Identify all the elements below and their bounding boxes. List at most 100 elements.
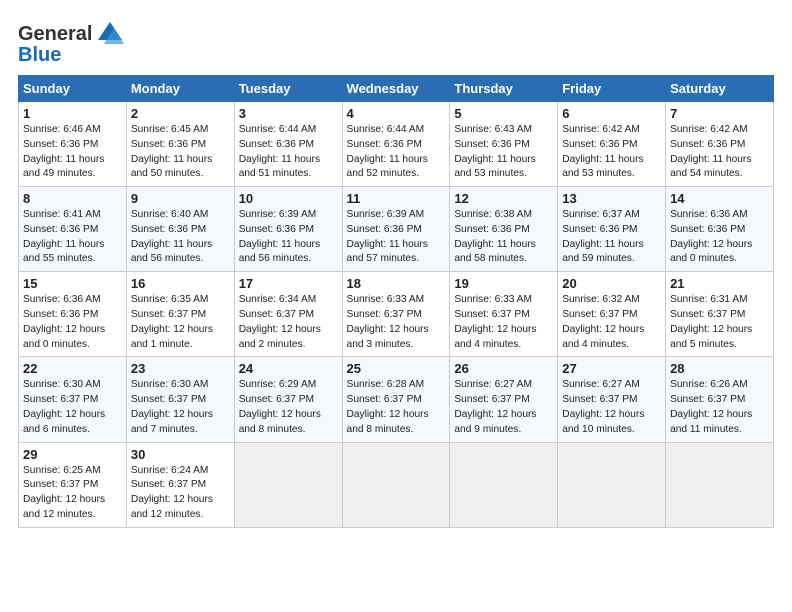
calendar-cell xyxy=(342,442,450,527)
day-number: 15 xyxy=(23,276,122,291)
calendar-cell: 4 Sunrise: 6:44 AMSunset: 6:36 PMDayligh… xyxy=(342,102,450,187)
day-number: 11 xyxy=(347,191,446,206)
calendar-cell: 15 Sunrise: 6:36 AMSunset: 6:36 PMDaylig… xyxy=(19,272,127,357)
day-number: 9 xyxy=(131,191,230,206)
calendar-cell: 28 Sunrise: 6:26 AMSunset: 6:37 PMDaylig… xyxy=(666,357,774,442)
day-number: 6 xyxy=(562,106,661,121)
day-info: Sunrise: 6:28 AMSunset: 6:37 PMDaylight:… xyxy=(347,379,429,434)
calendar-cell xyxy=(558,442,666,527)
day-info: Sunrise: 6:40 AMSunset: 6:36 PMDaylight:… xyxy=(131,209,212,264)
day-number: 12 xyxy=(454,191,553,206)
day-info: Sunrise: 6:45 AMSunset: 6:36 PMDaylight:… xyxy=(131,124,212,179)
day-number: 21 xyxy=(670,276,769,291)
calendar-cell: 27 Sunrise: 6:27 AMSunset: 6:37 PMDaylig… xyxy=(558,357,666,442)
calendar-cell: 18 Sunrise: 6:33 AMSunset: 6:37 PMDaylig… xyxy=(342,272,450,357)
day-info: Sunrise: 6:37 AMSunset: 6:36 PMDaylight:… xyxy=(562,209,643,264)
day-number: 8 xyxy=(23,191,122,206)
calendar-cell: 9 Sunrise: 6:40 AMSunset: 6:36 PMDayligh… xyxy=(126,187,234,272)
day-number: 4 xyxy=(347,106,446,121)
day-number: 20 xyxy=(562,276,661,291)
day-info: Sunrise: 6:29 AMSunset: 6:37 PMDaylight:… xyxy=(239,379,321,434)
day-info: Sunrise: 6:46 AMSunset: 6:36 PMDaylight:… xyxy=(23,124,104,179)
weekday-header-tuesday: Tuesday xyxy=(234,76,342,102)
weekday-header-saturday: Saturday xyxy=(666,76,774,102)
calendar-cell: 8 Sunrise: 6:41 AMSunset: 6:36 PMDayligh… xyxy=(19,187,127,272)
day-number: 13 xyxy=(562,191,661,206)
calendar-week-3: 15 Sunrise: 6:36 AMSunset: 6:36 PMDaylig… xyxy=(19,272,774,357)
day-info: Sunrise: 6:32 AMSunset: 6:37 PMDaylight:… xyxy=(562,294,644,349)
calendar-cell: 6 Sunrise: 6:42 AMSunset: 6:36 PMDayligh… xyxy=(558,102,666,187)
day-number: 29 xyxy=(23,447,122,462)
weekday-header-friday: Friday xyxy=(558,76,666,102)
calendar-cell xyxy=(450,442,558,527)
day-number: 3 xyxy=(239,106,338,121)
logo: General Blue xyxy=(18,18,126,67)
calendar-cell: 22 Sunrise: 6:30 AMSunset: 6:37 PMDaylig… xyxy=(19,357,127,442)
calendar-cell: 10 Sunrise: 6:39 AMSunset: 6:36 PMDaylig… xyxy=(234,187,342,272)
calendar-cell: 25 Sunrise: 6:28 AMSunset: 6:37 PMDaylig… xyxy=(342,357,450,442)
day-info: Sunrise: 6:26 AMSunset: 6:37 PMDaylight:… xyxy=(670,379,752,434)
day-info: Sunrise: 6:33 AMSunset: 6:37 PMDaylight:… xyxy=(454,294,536,349)
day-info: Sunrise: 6:35 AMSunset: 6:37 PMDaylight:… xyxy=(131,294,213,349)
calendar-cell: 20 Sunrise: 6:32 AMSunset: 6:37 PMDaylig… xyxy=(558,272,666,357)
calendar-cell: 19 Sunrise: 6:33 AMSunset: 6:37 PMDaylig… xyxy=(450,272,558,357)
day-info: Sunrise: 6:24 AMSunset: 6:37 PMDaylight:… xyxy=(131,465,213,520)
day-info: Sunrise: 6:36 AMSunset: 6:36 PMDaylight:… xyxy=(670,209,752,264)
day-number: 17 xyxy=(239,276,338,291)
day-number: 24 xyxy=(239,361,338,376)
calendar-week-5: 29 Sunrise: 6:25 AMSunset: 6:37 PMDaylig… xyxy=(19,442,774,527)
day-info: Sunrise: 6:30 AMSunset: 6:37 PMDaylight:… xyxy=(23,379,105,434)
day-info: Sunrise: 6:38 AMSunset: 6:36 PMDaylight:… xyxy=(454,209,535,264)
weekday-header-wednesday: Wednesday xyxy=(342,76,450,102)
day-info: Sunrise: 6:31 AMSunset: 6:37 PMDaylight:… xyxy=(670,294,752,349)
day-number: 23 xyxy=(131,361,230,376)
calendar-cell: 2 Sunrise: 6:45 AMSunset: 6:36 PMDayligh… xyxy=(126,102,234,187)
day-number: 22 xyxy=(23,361,122,376)
day-info: Sunrise: 6:41 AMSunset: 6:36 PMDaylight:… xyxy=(23,209,104,264)
calendar-week-1: 1 Sunrise: 6:46 AMSunset: 6:36 PMDayligh… xyxy=(19,102,774,187)
day-number: 5 xyxy=(454,106,553,121)
calendar-cell: 12 Sunrise: 6:38 AMSunset: 6:36 PMDaylig… xyxy=(450,187,558,272)
day-number: 14 xyxy=(670,191,769,206)
day-info: Sunrise: 6:27 AMSunset: 6:37 PMDaylight:… xyxy=(454,379,536,434)
day-info: Sunrise: 6:39 AMSunset: 6:36 PMDaylight:… xyxy=(239,209,320,264)
day-number: 18 xyxy=(347,276,446,291)
calendar-cell: 5 Sunrise: 6:43 AMSunset: 6:36 PMDayligh… xyxy=(450,102,558,187)
calendar-cell: 7 Sunrise: 6:42 AMSunset: 6:36 PMDayligh… xyxy=(666,102,774,187)
calendar-cell xyxy=(234,442,342,527)
logo-text: General xyxy=(18,23,92,46)
calendar-cell: 24 Sunrise: 6:29 AMSunset: 6:37 PMDaylig… xyxy=(234,357,342,442)
calendar-table: SundayMondayTuesdayWednesdayThursdayFrid… xyxy=(18,75,774,528)
calendar-cell xyxy=(666,442,774,527)
day-number: 30 xyxy=(131,447,230,462)
day-info: Sunrise: 6:25 AMSunset: 6:37 PMDaylight:… xyxy=(23,465,105,520)
day-info: Sunrise: 6:33 AMSunset: 6:37 PMDaylight:… xyxy=(347,294,429,349)
calendar-cell: 17 Sunrise: 6:34 AMSunset: 6:37 PMDaylig… xyxy=(234,272,342,357)
day-number: 1 xyxy=(23,106,122,121)
day-info: Sunrise: 6:36 AMSunset: 6:36 PMDaylight:… xyxy=(23,294,105,349)
weekday-header-monday: Monday xyxy=(126,76,234,102)
calendar-cell: 29 Sunrise: 6:25 AMSunset: 6:37 PMDaylig… xyxy=(19,442,127,527)
calendar-cell: 3 Sunrise: 6:44 AMSunset: 6:36 PMDayligh… xyxy=(234,102,342,187)
calendar-week-4: 22 Sunrise: 6:30 AMSunset: 6:37 PMDaylig… xyxy=(19,357,774,442)
weekday-header-sunday: Sunday xyxy=(19,76,127,102)
calendar-cell: 26 Sunrise: 6:27 AMSunset: 6:37 PMDaylig… xyxy=(450,357,558,442)
day-number: 7 xyxy=(670,106,769,121)
calendar-cell: 1 Sunrise: 6:46 AMSunset: 6:36 PMDayligh… xyxy=(19,102,127,187)
day-number: 27 xyxy=(562,361,661,376)
day-info: Sunrise: 6:42 AMSunset: 6:36 PMDaylight:… xyxy=(670,124,751,179)
calendar-week-2: 8 Sunrise: 6:41 AMSunset: 6:36 PMDayligh… xyxy=(19,187,774,272)
day-number: 19 xyxy=(454,276,553,291)
calendar-cell: 23 Sunrise: 6:30 AMSunset: 6:37 PMDaylig… xyxy=(126,357,234,442)
day-number: 28 xyxy=(670,361,769,376)
day-number: 2 xyxy=(131,106,230,121)
calendar-cell: 16 Sunrise: 6:35 AMSunset: 6:37 PMDaylig… xyxy=(126,272,234,357)
day-info: Sunrise: 6:27 AMSunset: 6:37 PMDaylight:… xyxy=(562,379,644,434)
day-info: Sunrise: 6:42 AMSunset: 6:36 PMDaylight:… xyxy=(562,124,643,179)
day-number: 10 xyxy=(239,191,338,206)
day-number: 26 xyxy=(454,361,553,376)
calendar-cell: 21 Sunrise: 6:31 AMSunset: 6:37 PMDaylig… xyxy=(666,272,774,357)
logo-icon xyxy=(94,18,126,50)
day-number: 25 xyxy=(347,361,446,376)
calendar-cell: 30 Sunrise: 6:24 AMSunset: 6:37 PMDaylig… xyxy=(126,442,234,527)
